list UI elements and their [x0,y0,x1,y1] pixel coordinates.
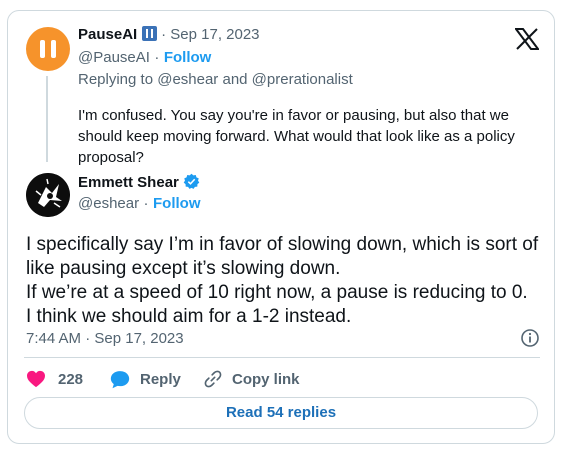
reply-header: PauseAI · Sep 17, 2023 [78,26,260,44]
main-tweet-text: I specifically say I’m in favor of slowi… [26,233,546,329]
divider [24,357,540,358]
main-text-line3: I think we should aim for a 1-2 instead. [26,306,352,327]
info-icon[interactable] [520,328,540,348]
main-author-name[interactable]: Emmett Shear [78,174,179,191]
emmett-avatar[interactable] [26,173,70,217]
follow-pauseai-button[interactable]: Follow [164,49,212,66]
reply-text: I'm confused. You say you're in favor or… [78,107,515,166]
pauseai-avatar[interactable] [26,27,70,71]
reply-label: Reply [140,370,181,388]
replying-to: Replying to @eshear and @prerationalist [78,71,353,88]
follow-emmett-button[interactable]: Follow [153,195,201,212]
main-header: Emmett Shear [78,173,200,192]
tweet-card: PauseAI · Sep 17, 2023 @PauseAI · Follow… [7,10,555,444]
separator-dot: · [154,49,160,66]
reply-button[interactable]: Reply [110,368,181,390]
like-count: 228 [58,370,84,388]
link-icon [204,370,222,388]
main-text-line1: I specifically say I’m in favor of slowi… [26,234,539,279]
reply-handle-row: @PauseAI · Follow [78,49,211,67]
copy-link-label: Copy link [232,370,300,388]
heart-icon [27,370,45,388]
copy-link-button[interactable]: Copy link [203,368,300,390]
reply-author-name[interactable]: PauseAI [78,26,137,43]
like-button[interactable]: 228 [26,368,83,390]
reply-handle[interactable]: @PauseAI [78,49,150,66]
main-handle[interactable]: @eshear [78,195,139,212]
main-handle-row: @eshear · Follow [78,195,201,213]
x-logo-icon[interactable] [515,28,539,50]
main-text-line2: If we’re at a speed of 10 right now, a p… [26,282,528,303]
reply-date[interactable]: · Sep 17, 2023 [161,26,259,43]
pause-badge-icon [141,26,157,41]
separator-dot: · [143,195,149,212]
reply-bubble-icon [110,370,130,388]
tweet-timestamp[interactable]: 7:44 AM · Sep 17, 2023 [26,330,184,347]
read-replies-button[interactable]: Read 54 replies [24,397,538,429]
thread-line [46,76,48,162]
verified-icon [184,173,200,189]
